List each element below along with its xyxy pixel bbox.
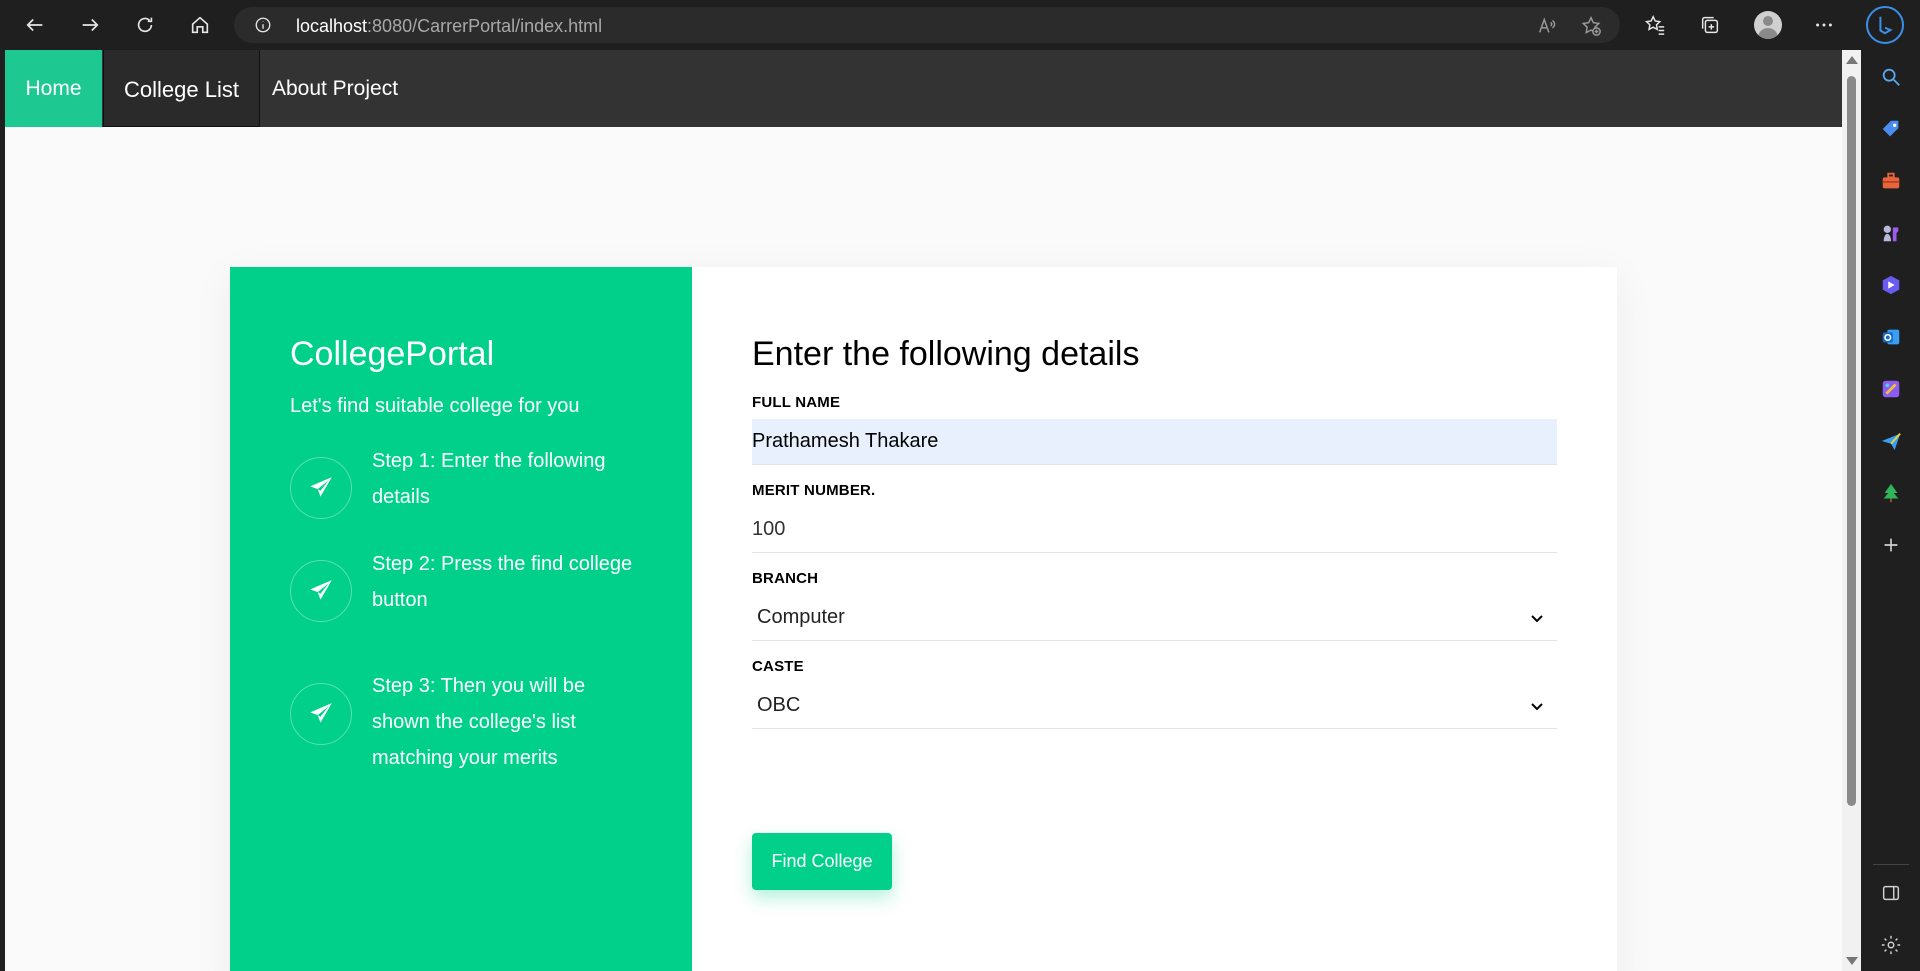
form-title: Enter the following details (752, 335, 1140, 373)
step-1-text: Step 1: Enter the following details (372, 443, 642, 515)
arrow-left-icon (26, 18, 43, 32)
brand-title: CollegePortal (290, 335, 495, 373)
outlook-icon[interactable] (1878, 324, 1904, 350)
find-college-button[interactable]: Find College (752, 833, 892, 890)
paper-plane-icon (290, 683, 352, 745)
chevron-down-icon (1531, 703, 1543, 711)
paper-plane-icon (290, 560, 352, 622)
scroll-up-arrow[interactable] (1846, 56, 1858, 64)
shopping-tag-icon[interactable] (1878, 116, 1904, 142)
refresh-icon (137, 17, 153, 33)
step-3-text: Step 3: Then you will be shown the colle… (372, 668, 642, 776)
caste-label: CASTE (752, 658, 804, 675)
merit-number-label: MERIT NUMBER. (752, 482, 876, 499)
search-icon[interactable] (1878, 64, 1904, 90)
caste-selected-value: OBC (757, 694, 801, 716)
url-path: :8080/CarrerPortal/index.html (367, 16, 603, 36)
more-icon (1816, 23, 1832, 27)
scroll-thumb[interactable] (1847, 76, 1856, 806)
merit-number-input[interactable]: 100 (752, 507, 1557, 553)
profile-avatar[interactable] (1754, 11, 1782, 39)
copilot-icon[interactable] (1878, 272, 1904, 298)
nav-about-project[interactable]: About Project (260, 50, 410, 127)
branch-selected-value: Computer (757, 606, 845, 628)
browser-toolbar: localhost:8080/CarrerPortal/index.html (0, 0, 1920, 50)
nav-college-list[interactable]: College List (103, 50, 260, 127)
tools-icon[interactable] (1878, 168, 1904, 194)
back-button[interactable] (18, 8, 52, 42)
nav-home[interactable]: Home (5, 50, 102, 127)
collections-icon (1701, 16, 1719, 34)
branch-label: BRANCH (752, 570, 819, 587)
step-2-label: Step 2: (372, 553, 436, 575)
step-1: Step 1: Enter the following details (290, 450, 650, 537)
home-button[interactable] (183, 8, 217, 42)
sidebar-toggle-icon[interactable] (1878, 880, 1904, 906)
scroll-down-arrow[interactable] (1846, 957, 1858, 965)
step-2: Step 2: Press the find college button (290, 553, 650, 640)
collections-button[interactable] (1697, 12, 1723, 38)
bing-chat-button[interactable] (1866, 6, 1904, 44)
bing-icon (1879, 16, 1893, 35)
games-icon[interactable] (1878, 220, 1904, 246)
refresh-button[interactable] (128, 8, 162, 42)
step-1-label: Step 1: (372, 450, 436, 472)
home-icon (191, 16, 209, 34)
url-text[interactable]: localhost:8080/CarrerPortal/index.html (296, 16, 602, 37)
site-navbar: Home College List About Project (5, 50, 1842, 127)
full-name-input[interactable]: Prathamesh Thakare (752, 419, 1557, 465)
full-name-label: FULL NAME (752, 394, 841, 411)
designer-icon[interactable] (1878, 376, 1904, 402)
page-viewport: Home College List About Project CollegeP… (5, 50, 1842, 971)
steps-list: Step 1: Enter the following details Step… (290, 450, 650, 777)
tagline: Let's find suitable college for you (290, 395, 580, 417)
step-3: Step 3: Then you will be shown the colle… (290, 675, 650, 793)
page-scrollbar[interactable] (1842, 50, 1861, 971)
info-icon[interactable] (254, 16, 272, 34)
branch-select[interactable]: Computer (752, 595, 1557, 641)
tree-icon[interactable] (1878, 480, 1904, 506)
edge-sidebar (1861, 50, 1920, 971)
step-3-label: Step 3: (372, 675, 436, 697)
favorites-icon (1644, 15, 1665, 35)
form-panel: Enter the following details FULL NAME Pr… (692, 267, 1617, 971)
add-favorite-icon[interactable] (1580, 15, 1602, 37)
settings-icon[interactable] (1878, 932, 1904, 958)
send-icon[interactable] (1878, 428, 1904, 454)
add-icon[interactable] (1878, 532, 1904, 558)
url-host: localhost (296, 16, 368, 36)
forward-button[interactable] (73, 8, 107, 42)
paper-plane-icon (290, 457, 352, 519)
arrow-right-icon (82, 18, 99, 32)
step-2-text: Step 2: Press the find college button (372, 546, 642, 618)
more-menu-button[interactable] (1811, 12, 1837, 38)
read-aloud-icon[interactable] (1536, 15, 1558, 37)
sidebar-divider (1873, 864, 1909, 865)
address-bar[interactable]: localhost:8080/CarrerPortal/index.html (234, 7, 1620, 43)
chevron-down-icon (1531, 615, 1543, 623)
caste-select[interactable]: OBC (752, 683, 1557, 729)
favorites-button[interactable] (1642, 12, 1668, 38)
